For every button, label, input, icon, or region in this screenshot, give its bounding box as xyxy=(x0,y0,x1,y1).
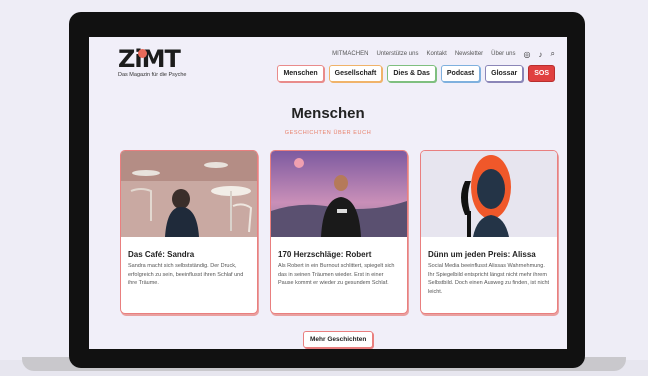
page-title: Menschen xyxy=(291,105,365,122)
cafe-image xyxy=(121,151,257,237)
card-text: Sandra macht sich selbstständig. Der Dru… xyxy=(128,263,244,286)
logo-tagline: Das Magazin für die Psyche xyxy=(118,72,187,78)
card-title[interactable]: 170 Herzschläge: Robert xyxy=(271,242,407,262)
nav-gesellschaft[interactable]: Gesellschaft xyxy=(328,65,383,82)
nav-glossar[interactable]: Glossar xyxy=(485,65,524,82)
topnav-unterstuetze[interactable]: Unterstütze uns xyxy=(376,51,418,57)
portrait-image xyxy=(271,151,407,237)
nav-podcast[interactable]: Podcast xyxy=(440,65,481,82)
topnav-mitmachen[interactable]: MITMACHEN xyxy=(332,51,368,57)
logo-text: ZiMT xyxy=(118,45,181,73)
laptop-screen: ZiMT Das Magazin für die Psyche MITMACHE… xyxy=(89,37,567,349)
nav-dies-das[interactable]: Dies & Das xyxy=(387,65,436,82)
story-card-robert[interactable]: 170 Herzschläge: Robert Als Robert in ei… xyxy=(270,150,408,314)
card-title[interactable]: Dünn um jeden Preis: Alissa xyxy=(421,242,557,262)
instagram-icon[interactable]: ◎ xyxy=(524,50,531,59)
card-text: Social Media beeinflusst Alissas Wahrneh… xyxy=(428,263,550,295)
card-title[interactable]: Das Café: Sandra xyxy=(121,242,257,262)
card-text: Als Robert in ein Burnout schlittert, sp… xyxy=(278,263,395,286)
nav-sos[interactable]: SOS xyxy=(528,65,555,82)
logo-dot xyxy=(138,49,147,58)
mirror-illustration xyxy=(421,151,557,237)
logo[interactable]: ZiMT Das Magazin für die Psyche xyxy=(118,47,186,78)
story-card-sandra[interactable]: Das Café: Sandra Sandra macht sich selbs… xyxy=(120,150,258,314)
search-icon[interactable]: ⌕ xyxy=(551,49,555,59)
topnav-newsletter[interactable]: Newsletter xyxy=(455,51,483,57)
nav-menschen[interactable]: Menschen xyxy=(277,65,324,82)
top-nav: MITMACHEN Unterstütze uns Kontakt Newsle… xyxy=(332,49,555,59)
main-nav: Menschen Gesellschaft Dies & Das Podcast… xyxy=(277,65,555,82)
story-card-alissa[interactable]: Dünn um jeden Preis: Alissa Social Media… xyxy=(420,150,558,314)
page-subtitle: GESCHICHTEN ÜBER EUCH xyxy=(284,130,372,136)
tiktok-icon[interactable]: ♪ xyxy=(539,50,543,59)
topnav-ueber-uns[interactable]: Über uns xyxy=(491,51,515,57)
more-stories-button[interactable]: Mehr Geschichten xyxy=(303,331,374,348)
topnav-kontakt[interactable]: Kontakt xyxy=(426,51,446,57)
site-header: ZiMT Das Magazin für die Psyche MITMACHE… xyxy=(89,37,567,95)
